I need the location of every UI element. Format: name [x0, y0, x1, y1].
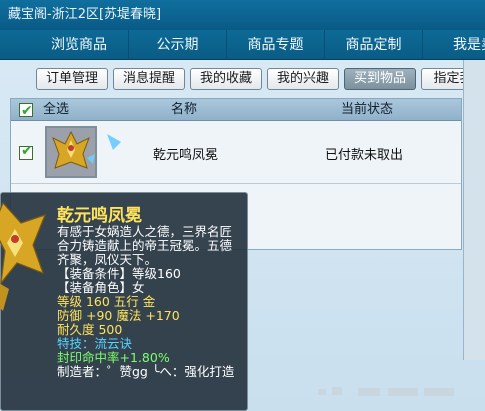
tooltip-durability: 耐久度 500 — [57, 322, 123, 337]
tooltip-item-image — [0, 193, 47, 323]
defense-value: +90 — [86, 308, 113, 323]
window-title: 藏宝阁-浙江2区[苏堤春晓] — [0, 0, 485, 30]
subtab-orders[interactable]: 订单管理 — [36, 68, 108, 90]
subtab-interests[interactable]: 我的兴趣 — [267, 68, 339, 90]
subtab-messages[interactable]: 消息提醒 — [113, 68, 185, 90]
nav-tab-public[interactable]: 公示期 — [128, 30, 226, 60]
select-all-checkbox[interactable]: ✔ — [19, 103, 33, 119]
nav-tab-custom[interactable]: 商品定制 — [324, 30, 422, 60]
table-row[interactable]: ✔ 乾元鸣凤冕 已付款未取出 — [11, 122, 461, 184]
nav-tab-seller[interactable]: 我是卖 — [422, 30, 485, 60]
tooltip-equip-role: 【装备角色】女 — [57, 281, 145, 295]
equip-role-value: 女 — [132, 280, 145, 295]
row-checkbox[interactable]: ✔ — [19, 143, 33, 160]
scrollbar[interactable] — [463, 60, 485, 360]
nav-tab-browse[interactable]: 浏览商品 — [30, 30, 128, 60]
tooltip-maker: 制造者：゜赞gg ╰へ：强化打造 — [57, 364, 235, 379]
checkbox-checked-icon: ✔ — [21, 143, 33, 159]
subtab-favorites[interactable]: 我的收藏 — [190, 68, 262, 90]
equip-condition-value: 等级160 — [132, 266, 181, 281]
item-thumbnail[interactable] — [45, 126, 97, 178]
item-name: 乾元鸣凤冕 — [153, 148, 219, 163]
seal-rate-value: +1.80% — [119, 350, 170, 365]
checkbox-checked-icon: ✔ — [21, 103, 33, 119]
defense-label: 防御 — [57, 308, 83, 323]
header-status: 当前状态 — [341, 102, 394, 117]
header-name: 名称 — [171, 102, 198, 117]
magic-value: +170 — [145, 308, 180, 323]
table-header: ✔ 全选 名称 当前状态 — [11, 99, 461, 121]
main-nav: 浏览商品 公示期 商品专题 商品定制 我是卖 — [0, 30, 485, 60]
tooltip-level-element: 等级 160 五行 金 — [57, 294, 156, 309]
phoenix-crown-icon — [0, 201, 47, 311]
watermark — [318, 384, 458, 398]
tooltip-seal-rate: 封印命中率+1.80% — [57, 351, 170, 365]
tooltip-equip-condition: 【装备条件】等级160 — [57, 267, 181, 281]
tooltip-description: 有感于女娲造人之德，三界名匠合力铸造献上的帝王冠冕。五德齐聚，凤仪天下。 — [57, 224, 233, 267]
tooltip-title: 乾元鸣凤冕 — [57, 206, 142, 226]
tooltip-special: 特技：流云诀 — [57, 336, 133, 351]
phoenix-crown-icon — [47, 128, 95, 176]
subtab-purchased[interactable]: 买到物品 — [344, 68, 416, 90]
item-tooltip: 乾元鸣凤冕 有感于女娲造人之德，三界名匠合力铸造献上的帝王冠冕。五德齐聚，凤仪天… — [0, 192, 248, 411]
tooltip-defense-magic: 防御 +90 魔法 +170 — [57, 309, 180, 323]
equip-condition-label: 【装备条件】 — [57, 266, 133, 281]
item-glow — [107, 122, 157, 182]
header-select-all: 全选 — [43, 102, 70, 117]
item-status: 已付款未取出 — [325, 148, 404, 163]
nav-tab-topics[interactable]: 商品专题 — [226, 30, 324, 60]
seal-rate-label: 封印命中率 — [57, 350, 120, 365]
magic-label: 魔法 — [116, 308, 142, 323]
equip-role-label: 【装备角色】 — [57, 280, 133, 295]
